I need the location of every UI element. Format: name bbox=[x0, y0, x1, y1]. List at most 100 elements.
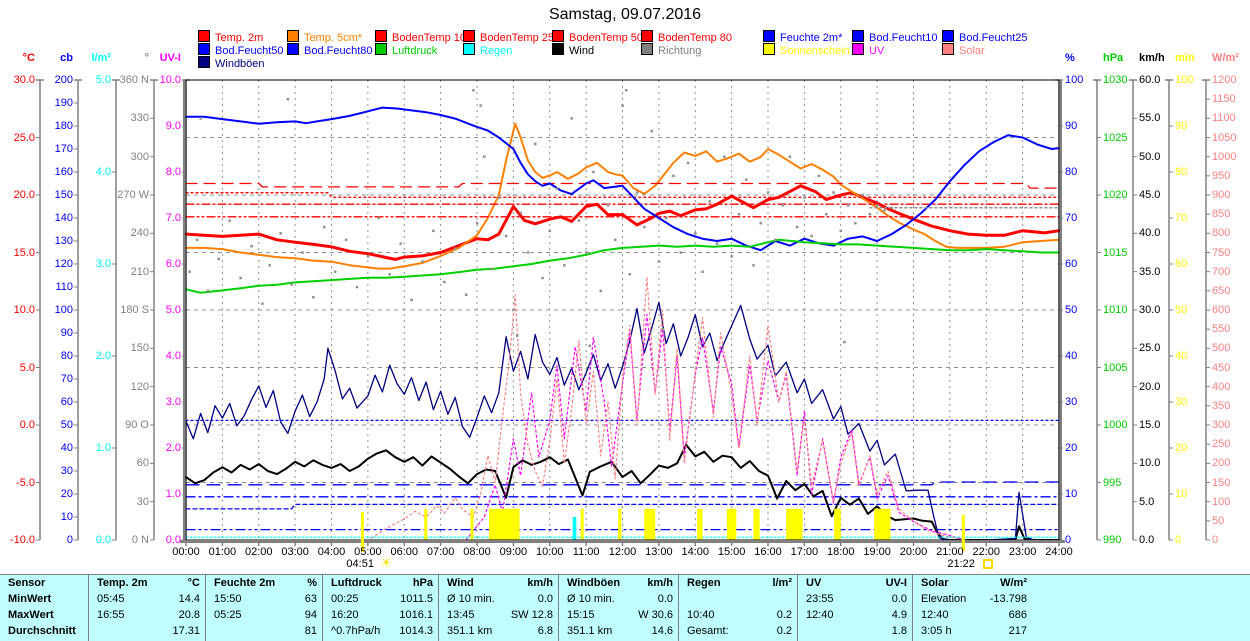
x-axis-label: 18:00 bbox=[826, 546, 855, 558]
table-row: 12:40 4.9 bbox=[798, 608, 913, 624]
axis-tick-label-deg: 60 bbox=[136, 457, 149, 470]
scatter-dot-Richtung bbox=[366, 255, 370, 258]
scatter-dot-Richtung bbox=[323, 225, 326, 229]
table-row: Feuchte 2m% bbox=[206, 576, 323, 592]
table-row: ^0.7hPa/h 1014.3 bbox=[323, 624, 439, 640]
axis-tick-label-uvi: 10.0 bbox=[159, 74, 181, 86]
axis-tick-label-deg: 270 W bbox=[117, 189, 149, 201]
scatter-dot-Richtung bbox=[555, 187, 559, 190]
axis-tick-label-cb: 150 bbox=[54, 189, 73, 201]
axis-tick-label-uvi: 3.0 bbox=[165, 396, 181, 408]
table-cell-value: -13.798 bbox=[989, 593, 1027, 605]
scatter-dot-Richtung bbox=[890, 206, 893, 210]
axis-tick-label-min: 100 bbox=[1175, 74, 1194, 86]
series-UV bbox=[465, 314, 966, 541]
table-column-Windböen: Windböen km/h Ø 10 min. 0.0 15:15 W 30.6 351.1… bbox=[558, 575, 679, 641]
table-cell-time: Regen bbox=[687, 577, 721, 589]
table-cell-value: SW 12.8 bbox=[510, 609, 553, 621]
bar-Sonnenschein bbox=[697, 508, 703, 540]
bar-Sonnenschein bbox=[470, 508, 474, 540]
axis-tick-label-wm2: 0 bbox=[1212, 534, 1219, 546]
scatter-dot-Richtung bbox=[268, 264, 271, 267]
table-row: 05:45 14.4 bbox=[89, 592, 206, 608]
axis-tick-label-pct: 70 bbox=[1065, 212, 1078, 224]
scatter-dot-Richtung bbox=[723, 155, 726, 158]
series-Solar bbox=[370, 276, 966, 541]
scatter-dot-Richtung bbox=[526, 251, 530, 254]
scatter-dot-Richtung bbox=[584, 251, 588, 254]
scatter-dot-Richtung bbox=[846, 204, 850, 207]
scatter-dot-Richtung bbox=[657, 260, 661, 263]
series-Temp. 5cm bbox=[185, 122, 1060, 270]
scatter-dot-Richtung bbox=[333, 270, 337, 273]
scatter-dot-Richtung bbox=[464, 293, 468, 296]
x-axis-label: 23:00 bbox=[1008, 546, 1037, 558]
table-cell-value: 0.0 bbox=[657, 593, 673, 605]
axis-tick-label-hPa: 1020 bbox=[1103, 189, 1128, 201]
scatter-dot-Richtung bbox=[432, 229, 435, 233]
axis-tick-label-wm2: 1200 bbox=[1212, 74, 1237, 86]
scatter-dot-Richtung bbox=[519, 211, 522, 215]
axis-tick-label-kmh: 5.0 bbox=[1139, 495, 1155, 508]
scatter-dot-Richtung bbox=[188, 270, 191, 273]
axis-tick-label-wm2: 900 bbox=[1212, 189, 1231, 201]
axis-tick-label-C: 25.0 bbox=[13, 131, 35, 144]
scatter-dot-Richtung bbox=[774, 238, 777, 242]
table-cell-value: 81 bbox=[304, 625, 317, 637]
scatter-dot-Richtung bbox=[737, 212, 741, 216]
axis-tick-label-C: 5.0 bbox=[19, 361, 35, 374]
table-row: Windböen km/h bbox=[559, 576, 679, 592]
axis-tick-label-cb: 100 bbox=[54, 304, 73, 316]
bar-Sonnenschein bbox=[489, 508, 520, 540]
axis-tick-label-uvi: 7.0 bbox=[165, 212, 181, 224]
axis-tick-label-cb: 10 bbox=[60, 511, 73, 523]
axis-tick-label-cb: 140 bbox=[54, 212, 73, 224]
table-cell-value: 1016.1 bbox=[399, 609, 433, 621]
axis-tick-label-wm2: 450 bbox=[1212, 361, 1231, 374]
axis-tick-label-cb: 70 bbox=[60, 373, 73, 385]
axis-tick-label-wm2: 600 bbox=[1212, 304, 1231, 316]
x-axis-label: 08:00 bbox=[463, 546, 491, 558]
scatter-dot-Richtung bbox=[592, 170, 595, 174]
axis-tick-label-min: 0 bbox=[1175, 534, 1182, 546]
scatter-dot-Richtung bbox=[606, 204, 610, 207]
x-axis-label: 22:00 bbox=[972, 546, 1001, 558]
axis-unit-label-hPa: hPa bbox=[1103, 52, 1124, 64]
table-row: Luftdruck hPa bbox=[323, 576, 439, 592]
bar-Sonnenschein bbox=[726, 508, 737, 540]
axis-tick-label-wm2: 200 bbox=[1212, 457, 1231, 470]
table-cell-time: MinWert bbox=[8, 593, 52, 605]
axis-tick-label-pct: 10 bbox=[1065, 488, 1078, 500]
axis-tick-label-kmh: 50.0 bbox=[1139, 150, 1161, 163]
axis-tick-label-wm2: 400 bbox=[1212, 380, 1231, 393]
axis-tick-label-hPa: 1010 bbox=[1103, 304, 1128, 316]
axis-unit-label-pct: % bbox=[1065, 52, 1075, 64]
table-row: 15:50 63 bbox=[206, 592, 323, 608]
table-cell-value: 14.4 bbox=[178, 593, 200, 605]
axis-tick-label-uvi: 1.0 bbox=[165, 488, 181, 500]
table-cell-time: 3:05 h bbox=[921, 625, 952, 637]
x-axis-label: 07:00 bbox=[426, 546, 455, 558]
table-cell-time: Gesamt: bbox=[687, 625, 729, 637]
axis-tick-label-wm2: 650 bbox=[1212, 284, 1231, 297]
table-row: Ø 10 min. 0.0 bbox=[439, 592, 559, 608]
table-cell-value: 1011.5 bbox=[400, 593, 433, 605]
axis-tick-label-wm2: 100 bbox=[1212, 495, 1231, 508]
axis-tick-label-uvi: 8.0 bbox=[165, 166, 181, 178]
scatter-dot-Richtung bbox=[708, 200, 712, 203]
x-axis-label: 04:00 bbox=[317, 546, 346, 558]
scatter-dot-Richtung bbox=[803, 196, 806, 199]
axis-tick-label-wm2: 300 bbox=[1212, 419, 1231, 431]
table-row: Ø 10 min. 0.0 bbox=[559, 592, 679, 608]
table-cell-value: 20.8 bbox=[178, 609, 200, 621]
x-axis-label: 12:00 bbox=[608, 546, 637, 558]
sunrise-time-label: 04:51 bbox=[346, 558, 374, 570]
axis-tick-label-wm2: 750 bbox=[1212, 246, 1231, 259]
table-cell-value: 217 bbox=[1008, 625, 1027, 637]
axis-tick-label-kmh: 10.0 bbox=[1139, 457, 1161, 470]
table-cell-value: 0.2 bbox=[776, 625, 792, 637]
axis-tick-label-uvi: 6.0 bbox=[165, 258, 181, 270]
table-cell-time: Solar bbox=[921, 577, 949, 589]
scatter-dot-Richtung bbox=[694, 232, 697, 235]
table-cell-time: Sensor bbox=[8, 577, 46, 589]
